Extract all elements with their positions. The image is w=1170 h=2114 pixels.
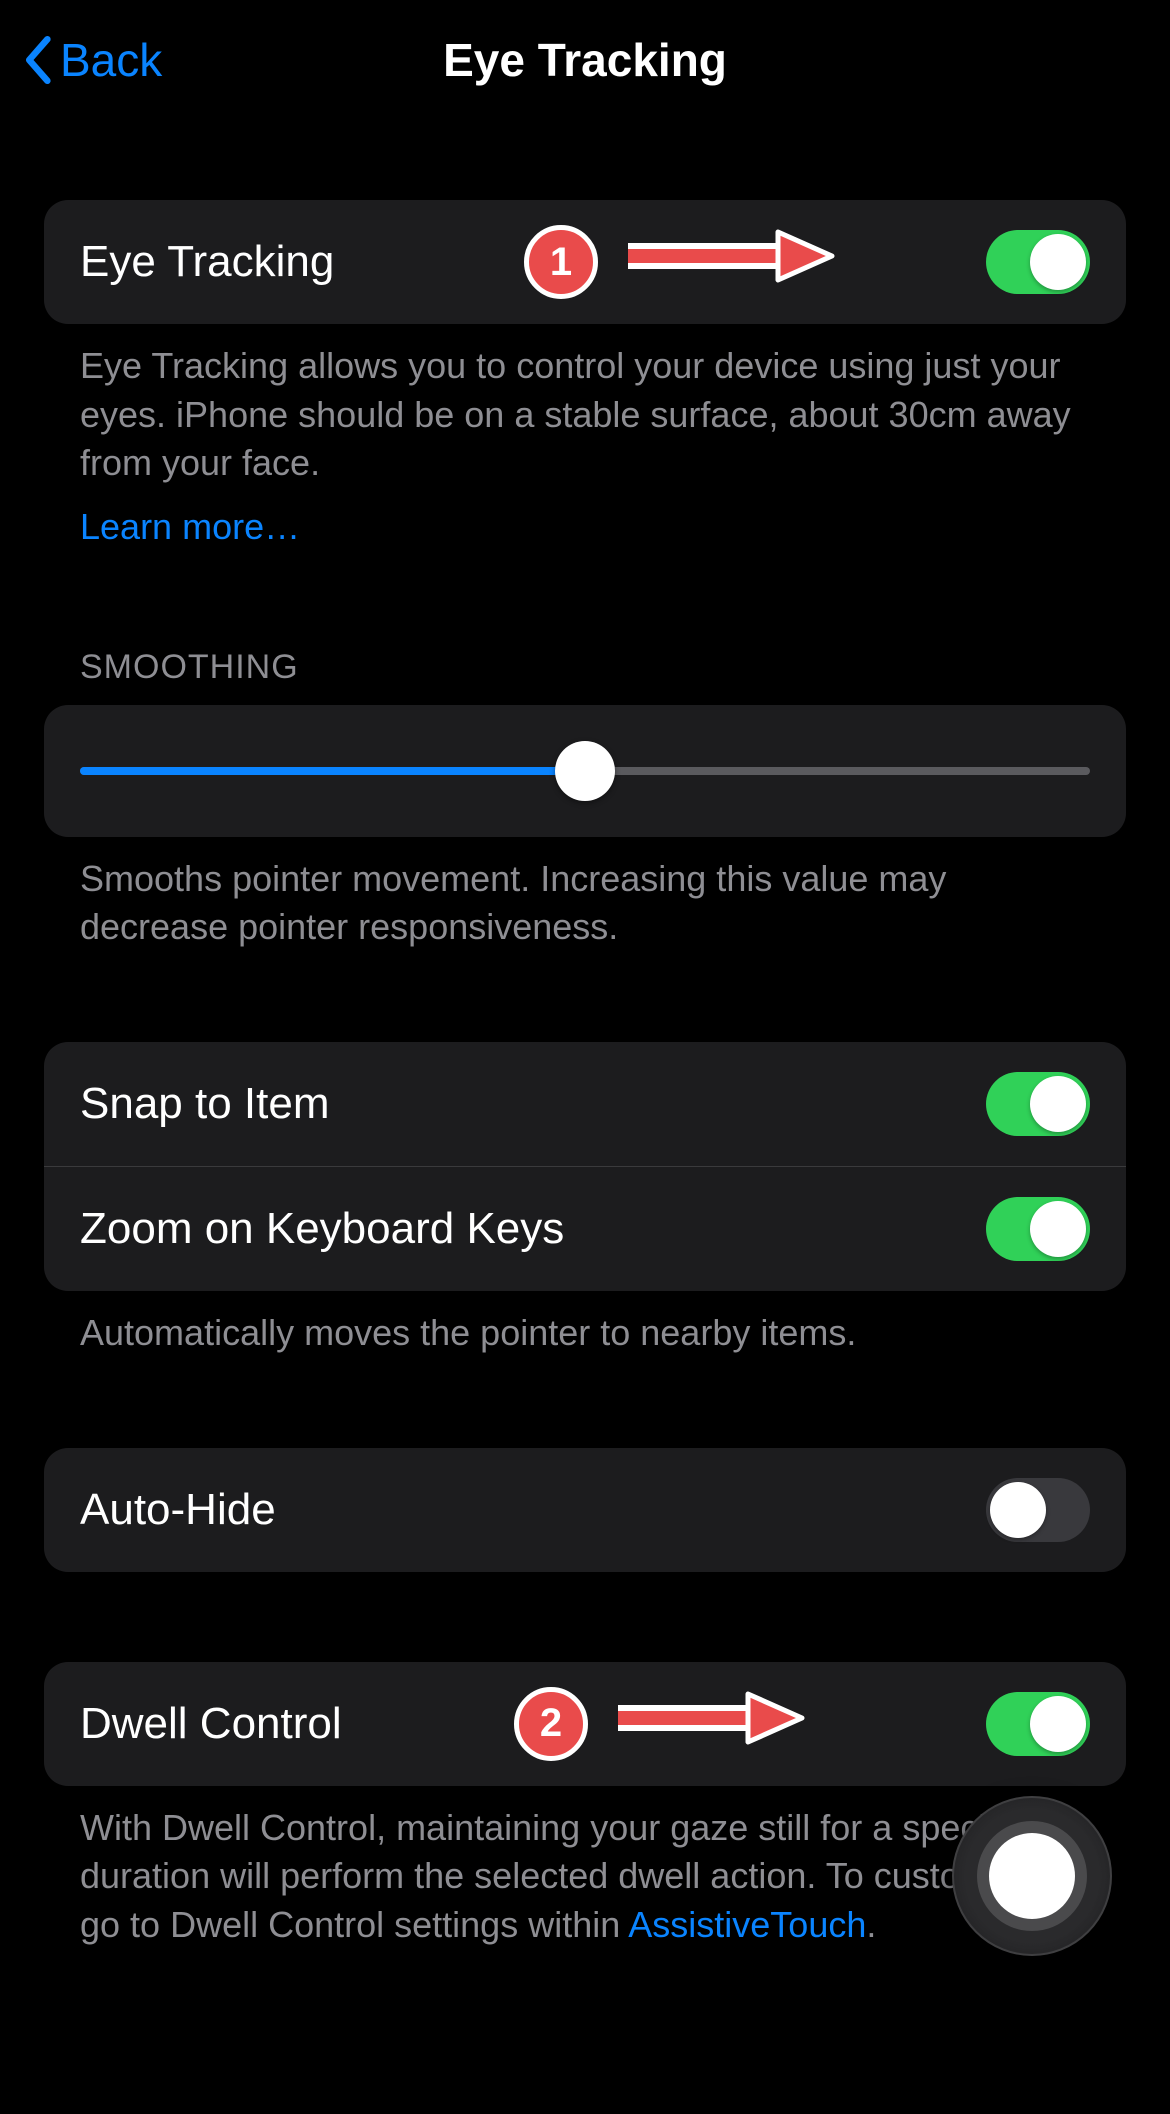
dwell-footer-text: With Dwell Control, maintaining your gaz… — [80, 1807, 1046, 1945]
eye-tracking-label: Eye Tracking — [80, 237, 334, 287]
annotation-arrow-1 — [614, 224, 844, 288]
annotation-badge-1: 1 — [524, 225, 598, 299]
assistivetouch-link[interactable]: AssistiveTouch — [628, 1904, 866, 1945]
back-button[interactable]: Back — [20, 0, 162, 120]
back-label: Back — [60, 33, 162, 87]
content: Eye Tracking 1 Eye Tracking allows you t… — [0, 200, 1170, 1949]
smoothing-footer: Smooths pointer movement. Increasing thi… — [44, 837, 1126, 952]
assistivetouch-floating-button[interactable] — [952, 1796, 1112, 1956]
snap-to-item-row[interactable]: Snap to Item — [44, 1042, 1126, 1166]
snap-card: Snap to Item Zoom on Keyboard Keys — [44, 1042, 1126, 1291]
page-title: Eye Tracking — [443, 33, 727, 87]
snap-footer: Automatically moves the pointer to nearb… — [44, 1291, 1126, 1358]
autohide-group: Auto-Hide — [44, 1448, 1126, 1572]
smoothing-card — [44, 705, 1126, 837]
assistivetouch-icon — [977, 1821, 1087, 1931]
smoothing-header: SMOOTHING — [44, 648, 1126, 705]
smoothing-slider[interactable] — [80, 741, 1090, 801]
dwell-toggle[interactable] — [986, 1692, 1090, 1756]
zoom-keyboard-row[interactable]: Zoom on Keyboard Keys — [44, 1166, 1126, 1291]
smoothing-group: SMOOTHING Smooths pointer movement. Incr… — [44, 648, 1126, 952]
chevron-left-icon — [20, 34, 54, 86]
zoom-keyboard-toggle[interactable] — [986, 1197, 1090, 1261]
snap-to-item-toggle[interactable] — [986, 1072, 1090, 1136]
autohide-toggle[interactable] — [986, 1478, 1090, 1542]
dwell-footer-suffix: . — [866, 1904, 876, 1945]
eye-tracking-card: Eye Tracking 1 — [44, 200, 1126, 324]
eye-tracking-group: Eye Tracking 1 Eye Tracking allows you t… — [44, 200, 1126, 548]
autohide-row[interactable]: Auto-Hide — [44, 1448, 1126, 1572]
snap-group: Snap to Item Zoom on Keyboard Keys Autom… — [44, 1042, 1126, 1358]
snap-to-item-label: Snap to Item — [80, 1079, 329, 1129]
zoom-keyboard-label: Zoom on Keyboard Keys — [80, 1204, 564, 1254]
eye-tracking-toggle[interactable] — [986, 230, 1090, 294]
learn-more-link[interactable]: Learn more… — [80, 506, 300, 547]
dwell-card: Dwell Control 2 — [44, 1662, 1126, 1786]
eye-tracking-row[interactable]: Eye Tracking 1 — [44, 200, 1126, 324]
smoothing-row — [44, 705, 1126, 837]
dwell-label: Dwell Control — [80, 1699, 342, 1749]
dwell-row[interactable]: Dwell Control 2 — [44, 1662, 1126, 1786]
autohide-label: Auto-Hide — [80, 1485, 276, 1535]
nav-bar: Back Eye Tracking — [0, 0, 1170, 120]
autohide-card: Auto-Hide — [44, 1448, 1126, 1572]
eye-tracking-footer: Eye Tracking allows you to control your … — [44, 324, 1126, 488]
annotation-badge-2: 2 — [514, 1687, 588, 1761]
annotation-arrow-2 — [604, 1686, 814, 1750]
